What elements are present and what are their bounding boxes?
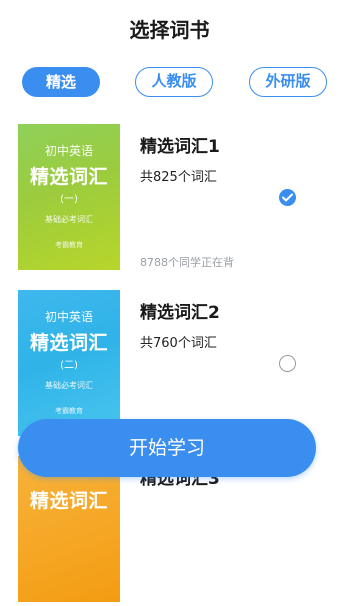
tab-bar: 精选 人教版 外研版: [0, 67, 339, 101]
cover-publisher: 考霸教育: [55, 407, 83, 415]
tab-renjiaoban[interactable]: 人教版: [135, 67, 213, 97]
cover-volume: (一): [60, 194, 78, 205]
book-cover: 精选词汇: [18, 456, 120, 602]
book-learner-count: 8788个同学正在背: [140, 256, 234, 269]
book-item[interactable]: 精选词汇 精选词汇3: [0, 456, 339, 606]
cover-volume: (二): [60, 360, 78, 371]
book-cover: 初中英语 精选词汇 (一) 基础必考词汇 考霸教育: [18, 124, 120, 270]
tab-jingxuan[interactable]: 精选: [22, 67, 100, 97]
book-name: 精选词汇1: [140, 137, 220, 157]
selected-check-icon[interactable]: [279, 189, 296, 206]
cover-title: 精选词汇: [29, 332, 108, 354]
book-name: 精选词汇2: [140, 303, 220, 323]
book-cover: 初中英语 精选词汇 (二) 基础必考词汇 考霸教育: [18, 290, 120, 436]
book-word-count: 共825个词汇: [140, 170, 217, 185]
cover-title: 精选词汇: [29, 166, 108, 188]
cover-tagline: 基础必考词汇: [45, 381, 93, 390]
book-item[interactable]: 初中英语 精选词汇 (二) 基础必考词汇 考霸教育 精选词汇2 共760个词汇: [0, 290, 339, 440]
unselected-radio-icon[interactable]: [279, 355, 296, 372]
book-word-count: 共760个词汇: [140, 336, 217, 351]
tab-waiyanban[interactable]: 外研版: [249, 67, 327, 97]
start-learning-button[interactable]: 开始学习: [18, 419, 316, 477]
cover-title: 精选词汇: [29, 490, 108, 512]
page-title: 选择词书: [129, 18, 210, 42]
book-item[interactable]: 初中英语 精选词汇 (一) 基础必考词汇 考霸教育 精选词汇1 共825个词汇 …: [0, 124, 339, 274]
cover-subject: 初中英语: [44, 144, 93, 158]
cover-tagline: 基础必考词汇: [45, 215, 93, 224]
cover-subject: 初中英语: [44, 310, 93, 324]
cover-publisher: 考霸教育: [55, 241, 83, 249]
